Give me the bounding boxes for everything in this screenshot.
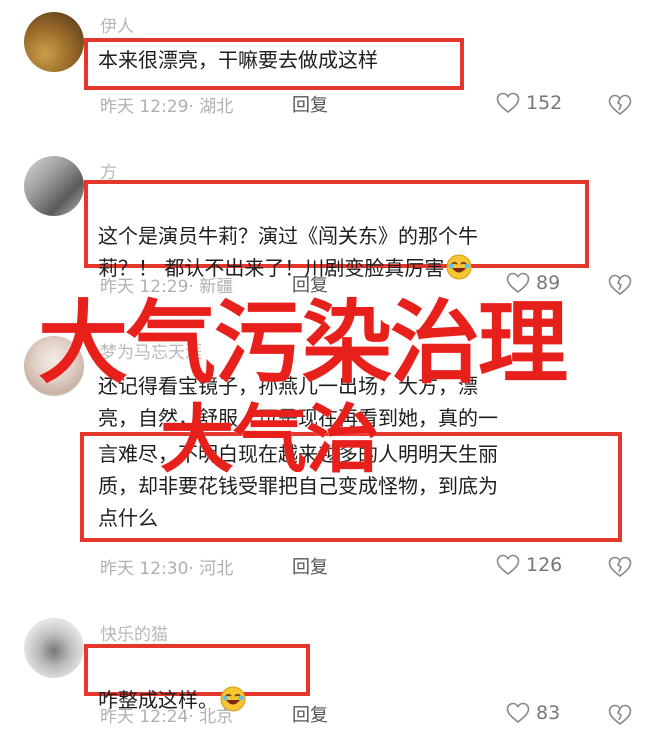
avatar[interactable]	[24, 618, 84, 678]
reply-button[interactable]: 回复	[292, 553, 328, 579]
meta-separator: ·	[188, 277, 200, 297]
comment-username[interactable]: 梦为马忘天涯	[100, 338, 202, 363]
heart-icon	[496, 554, 520, 576]
like-button[interactable]: 126	[496, 554, 562, 576]
comment-time: 昨天 12:24	[100, 707, 189, 727]
comment-meta: 昨天 12:29· 新疆	[100, 272, 233, 297]
comment-time: 昨天 12:29	[100, 97, 189, 117]
comment-location: 河北	[199, 559, 234, 579]
meta-separator: ·	[188, 97, 200, 117]
like-count: 83	[536, 702, 561, 724]
dislike-button[interactable]	[608, 704, 632, 726]
like-button[interactable]: 89	[506, 272, 560, 294]
comment-location: 北京	[199, 707, 234, 727]
dislike-heart-icon	[608, 274, 632, 296]
dislike-button[interactable]	[608, 94, 632, 116]
reply-button[interactable]: 回复	[292, 701, 328, 727]
comment-text: 言难尽，不明白现在越来越多的人明明天生丽 质，却非要花钱受罪把自己变成怪物，到底…	[98, 442, 498, 530]
comment-meta: 昨天 12:24· 北京	[100, 702, 233, 727]
comment-text: 这个是演员牛莉？演过《闯关东》的那个牛 莉？！ 都认不出来了！川剧变脸真厉害	[98, 188, 478, 284]
comment-username[interactable]: 伊人	[100, 12, 134, 37]
avatar[interactable]	[24, 336, 84, 396]
meta-separator: ·	[188, 707, 200, 727]
comment-time: 昨天 12:29	[100, 277, 189, 297]
laughing-emoji	[446, 254, 472, 280]
dislike-button[interactable]	[608, 274, 632, 296]
avatar[interactable]	[24, 156, 84, 216]
like-count: 152	[526, 92, 563, 114]
dislike-heart-icon	[608, 556, 632, 578]
reply-button[interactable]: 回复	[292, 91, 328, 117]
comment-location: 湖北	[199, 97, 234, 117]
comment-username[interactable]: 快乐的猫	[100, 620, 168, 645]
comment-meta: 昨天 12:30· 河北	[100, 554, 233, 579]
comment-text: 本来很漂亮，干嘛要去做成这样	[98, 48, 378, 72]
meta-separator: ·	[188, 559, 200, 579]
like-button[interactable]: 83	[506, 702, 560, 724]
comment-location: 新疆	[199, 277, 234, 297]
dislike-heart-icon	[608, 704, 632, 726]
reply-button[interactable]: 回复	[292, 271, 328, 297]
dislike-button[interactable]	[608, 556, 632, 578]
like-count: 89	[536, 272, 561, 294]
like-count: 126	[526, 554, 563, 576]
avatar[interactable]	[24, 12, 84, 72]
comment-text-upper: 还记得看宝镜子，孙燕儿一出场，大方，漂 亮，自然，舒服，可是现在再看到她，真的一	[98, 374, 498, 430]
comment-time: 昨天 12:30	[100, 559, 189, 579]
heart-icon	[506, 272, 530, 294]
like-button[interactable]: 152	[496, 92, 562, 114]
heart-icon	[496, 92, 520, 114]
heart-icon	[506, 702, 530, 724]
comment-meta: 昨天 12:29· 湖北	[100, 92, 233, 117]
dislike-heart-icon	[608, 94, 632, 116]
